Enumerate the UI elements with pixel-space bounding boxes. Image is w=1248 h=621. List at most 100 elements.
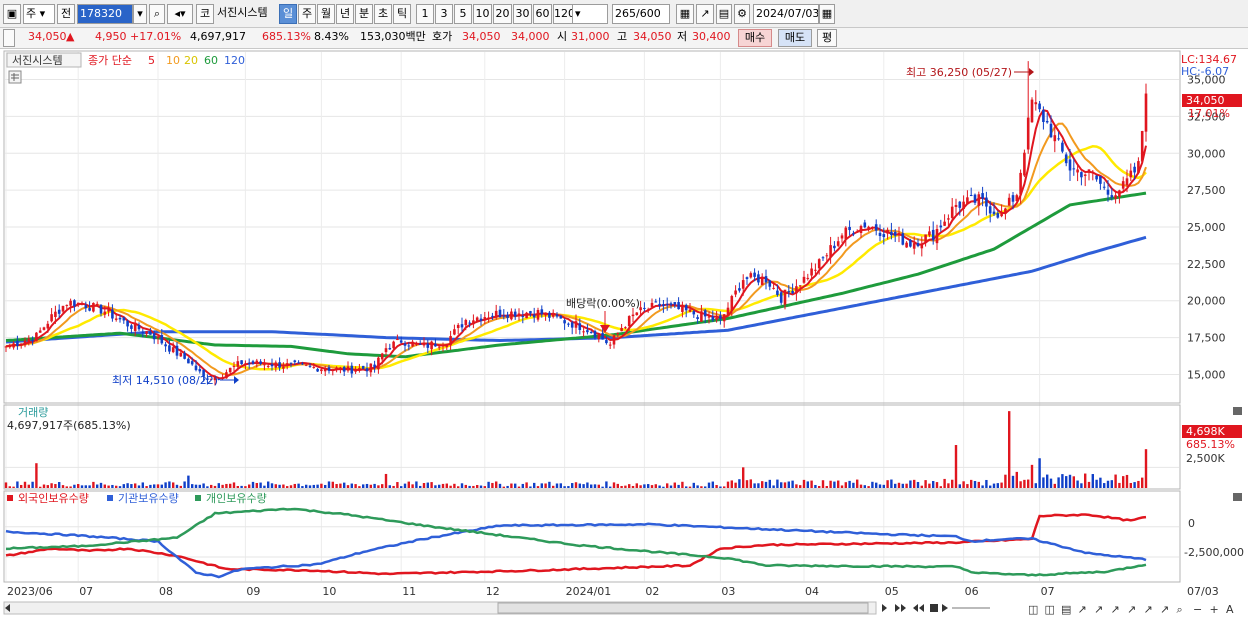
volume-bar xyxy=(191,484,194,488)
holding-tick-neg: -2,500,000 xyxy=(1184,546,1244,559)
volume-close-icon[interactable] xyxy=(1233,407,1242,415)
interval-button-0[interactable]: 1 xyxy=(416,4,434,24)
candle-body xyxy=(498,309,502,318)
calendar-icon[interactable]: ▦ xyxy=(819,4,835,24)
date-input[interactable]: 2024/07/03 xyxy=(753,4,819,24)
zoom-icon[interactable]: ⌕ xyxy=(1177,603,1183,616)
grid-icon[interactable]: ▦ xyxy=(676,4,694,24)
volume-bar xyxy=(844,482,847,488)
buy-button[interactable]: 매수 xyxy=(738,29,772,47)
interval-input[interactable]: ▾ xyxy=(572,4,608,24)
market-select[interactable]: 주 ▾ xyxy=(23,4,55,24)
average-button[interactable]: 평 xyxy=(817,29,837,47)
candle-body xyxy=(844,227,848,239)
volume-bar xyxy=(1068,474,1072,488)
code-button[interactable]: 코 xyxy=(196,4,214,24)
volume-bar xyxy=(381,484,384,488)
volume-bar xyxy=(654,484,657,488)
layout-icon[interactable]: ▣ xyxy=(3,4,21,24)
scrollbar-thumb[interactable] xyxy=(497,602,869,614)
volume-bar xyxy=(928,483,931,488)
volume-bar xyxy=(1110,480,1113,488)
line-tool-icon[interactable]: ↗ xyxy=(1078,603,1087,616)
candle-body xyxy=(270,364,274,367)
split-icon[interactable]: ◫ xyxy=(1028,603,1038,616)
chart-area[interactable]: 35,00032,50030,00027,50025,00022,50020,0… xyxy=(0,50,1248,621)
candle-body xyxy=(1011,195,1015,202)
volume-bar xyxy=(156,484,160,488)
interval-button-2[interactable]: 5 xyxy=(454,4,472,24)
code-input[interactable]: 178320 xyxy=(77,4,133,24)
volume-bar xyxy=(582,484,585,488)
line-tool-icon[interactable]: ↗ xyxy=(1160,603,1169,616)
volume-bar xyxy=(1133,482,1136,488)
candle-body xyxy=(791,290,794,294)
interval-button-1[interactable]: 3 xyxy=(435,4,453,24)
line-tool-icon[interactable]: ↗ xyxy=(1127,603,1136,616)
volume-bar xyxy=(726,481,730,488)
search-icon[interactable]: ⌕ xyxy=(149,4,165,24)
table-icon[interactable] xyxy=(8,70,22,84)
line-tool-icon[interactable]: ↗ xyxy=(1094,603,1103,616)
candle-body xyxy=(650,302,654,308)
count-field[interactable]: 265/600 xyxy=(612,4,670,24)
candle-body xyxy=(42,327,46,330)
text-tool-icon[interactable]: A xyxy=(1226,603,1234,616)
chart-type-icon[interactable]: ↗ xyxy=(696,4,714,24)
zoom-out-icon[interactable]: − xyxy=(1193,603,1202,616)
line-tool-icon[interactable]: ↗ xyxy=(1111,603,1120,616)
interval-button-5[interactable]: 30 xyxy=(513,4,532,24)
split-icon[interactable]: ◫ xyxy=(1045,603,1055,616)
gear-icon[interactable]: ⚙ xyxy=(734,4,750,24)
volume-bar xyxy=(1087,481,1091,488)
candle-body xyxy=(354,370,357,372)
candle-body xyxy=(430,341,433,350)
candle-body xyxy=(620,328,623,332)
interval-button-4[interactable]: 20 xyxy=(493,4,512,24)
list-icon[interactable]: ▤ xyxy=(1061,603,1071,616)
period-button-2[interactable]: 월 xyxy=(317,4,335,24)
candle-body xyxy=(441,345,445,347)
candle-body xyxy=(297,362,300,364)
interval-button-6[interactable]: 60 xyxy=(533,4,552,24)
quote-toggle[interactable] xyxy=(3,29,15,47)
volume-bar xyxy=(103,484,106,488)
candle-body xyxy=(38,330,42,333)
period-button-3[interactable]: 년 xyxy=(336,4,354,24)
sell-button[interactable]: 매도 xyxy=(778,29,812,47)
candle-body xyxy=(225,372,228,379)
prefix-button[interactable]: 전 xyxy=(57,4,75,24)
period-button-6[interactable]: 틱 xyxy=(393,4,411,24)
code-dropdown-icon[interactable]: ▾ xyxy=(133,4,147,24)
volume-bar xyxy=(1076,480,1079,488)
volume-bar xyxy=(23,481,27,488)
candle-body xyxy=(73,300,76,307)
volume-bar xyxy=(460,483,464,488)
period-button-1[interactable]: 주 xyxy=(298,4,316,24)
zoom-in-icon[interactable]: + xyxy=(1210,603,1219,616)
save-icon[interactable]: ▤ xyxy=(716,4,732,24)
volume-bar xyxy=(578,483,581,488)
volume-bar xyxy=(559,483,562,488)
interval-button-3[interactable]: 10 xyxy=(473,4,492,24)
period-button-0[interactable]: 일 xyxy=(279,4,297,24)
volume-bar xyxy=(445,483,448,488)
volume-bar xyxy=(426,482,429,488)
volume-bar xyxy=(1038,458,1041,488)
holding-close-icon[interactable] xyxy=(1233,493,1242,501)
volume-bar xyxy=(153,484,156,488)
stop-icon[interactable] xyxy=(930,604,938,612)
volume-bar xyxy=(890,479,893,488)
speaker-icon[interactable]: ◂▾ xyxy=(167,4,193,24)
volume-bar xyxy=(601,486,604,488)
volume-bar xyxy=(920,485,923,488)
period-button-4[interactable]: 분 xyxy=(355,4,373,24)
volume-bar xyxy=(1122,476,1125,488)
line-tool-icon[interactable]: ↗ xyxy=(1144,603,1153,616)
x-tick-label: 06 xyxy=(965,585,979,598)
candle-body xyxy=(852,233,855,235)
volume-bar xyxy=(149,484,152,488)
volume-bar xyxy=(206,486,209,488)
legend-individual: 개인보유수량 xyxy=(206,492,267,505)
period-button-5[interactable]: 초 xyxy=(374,4,392,24)
